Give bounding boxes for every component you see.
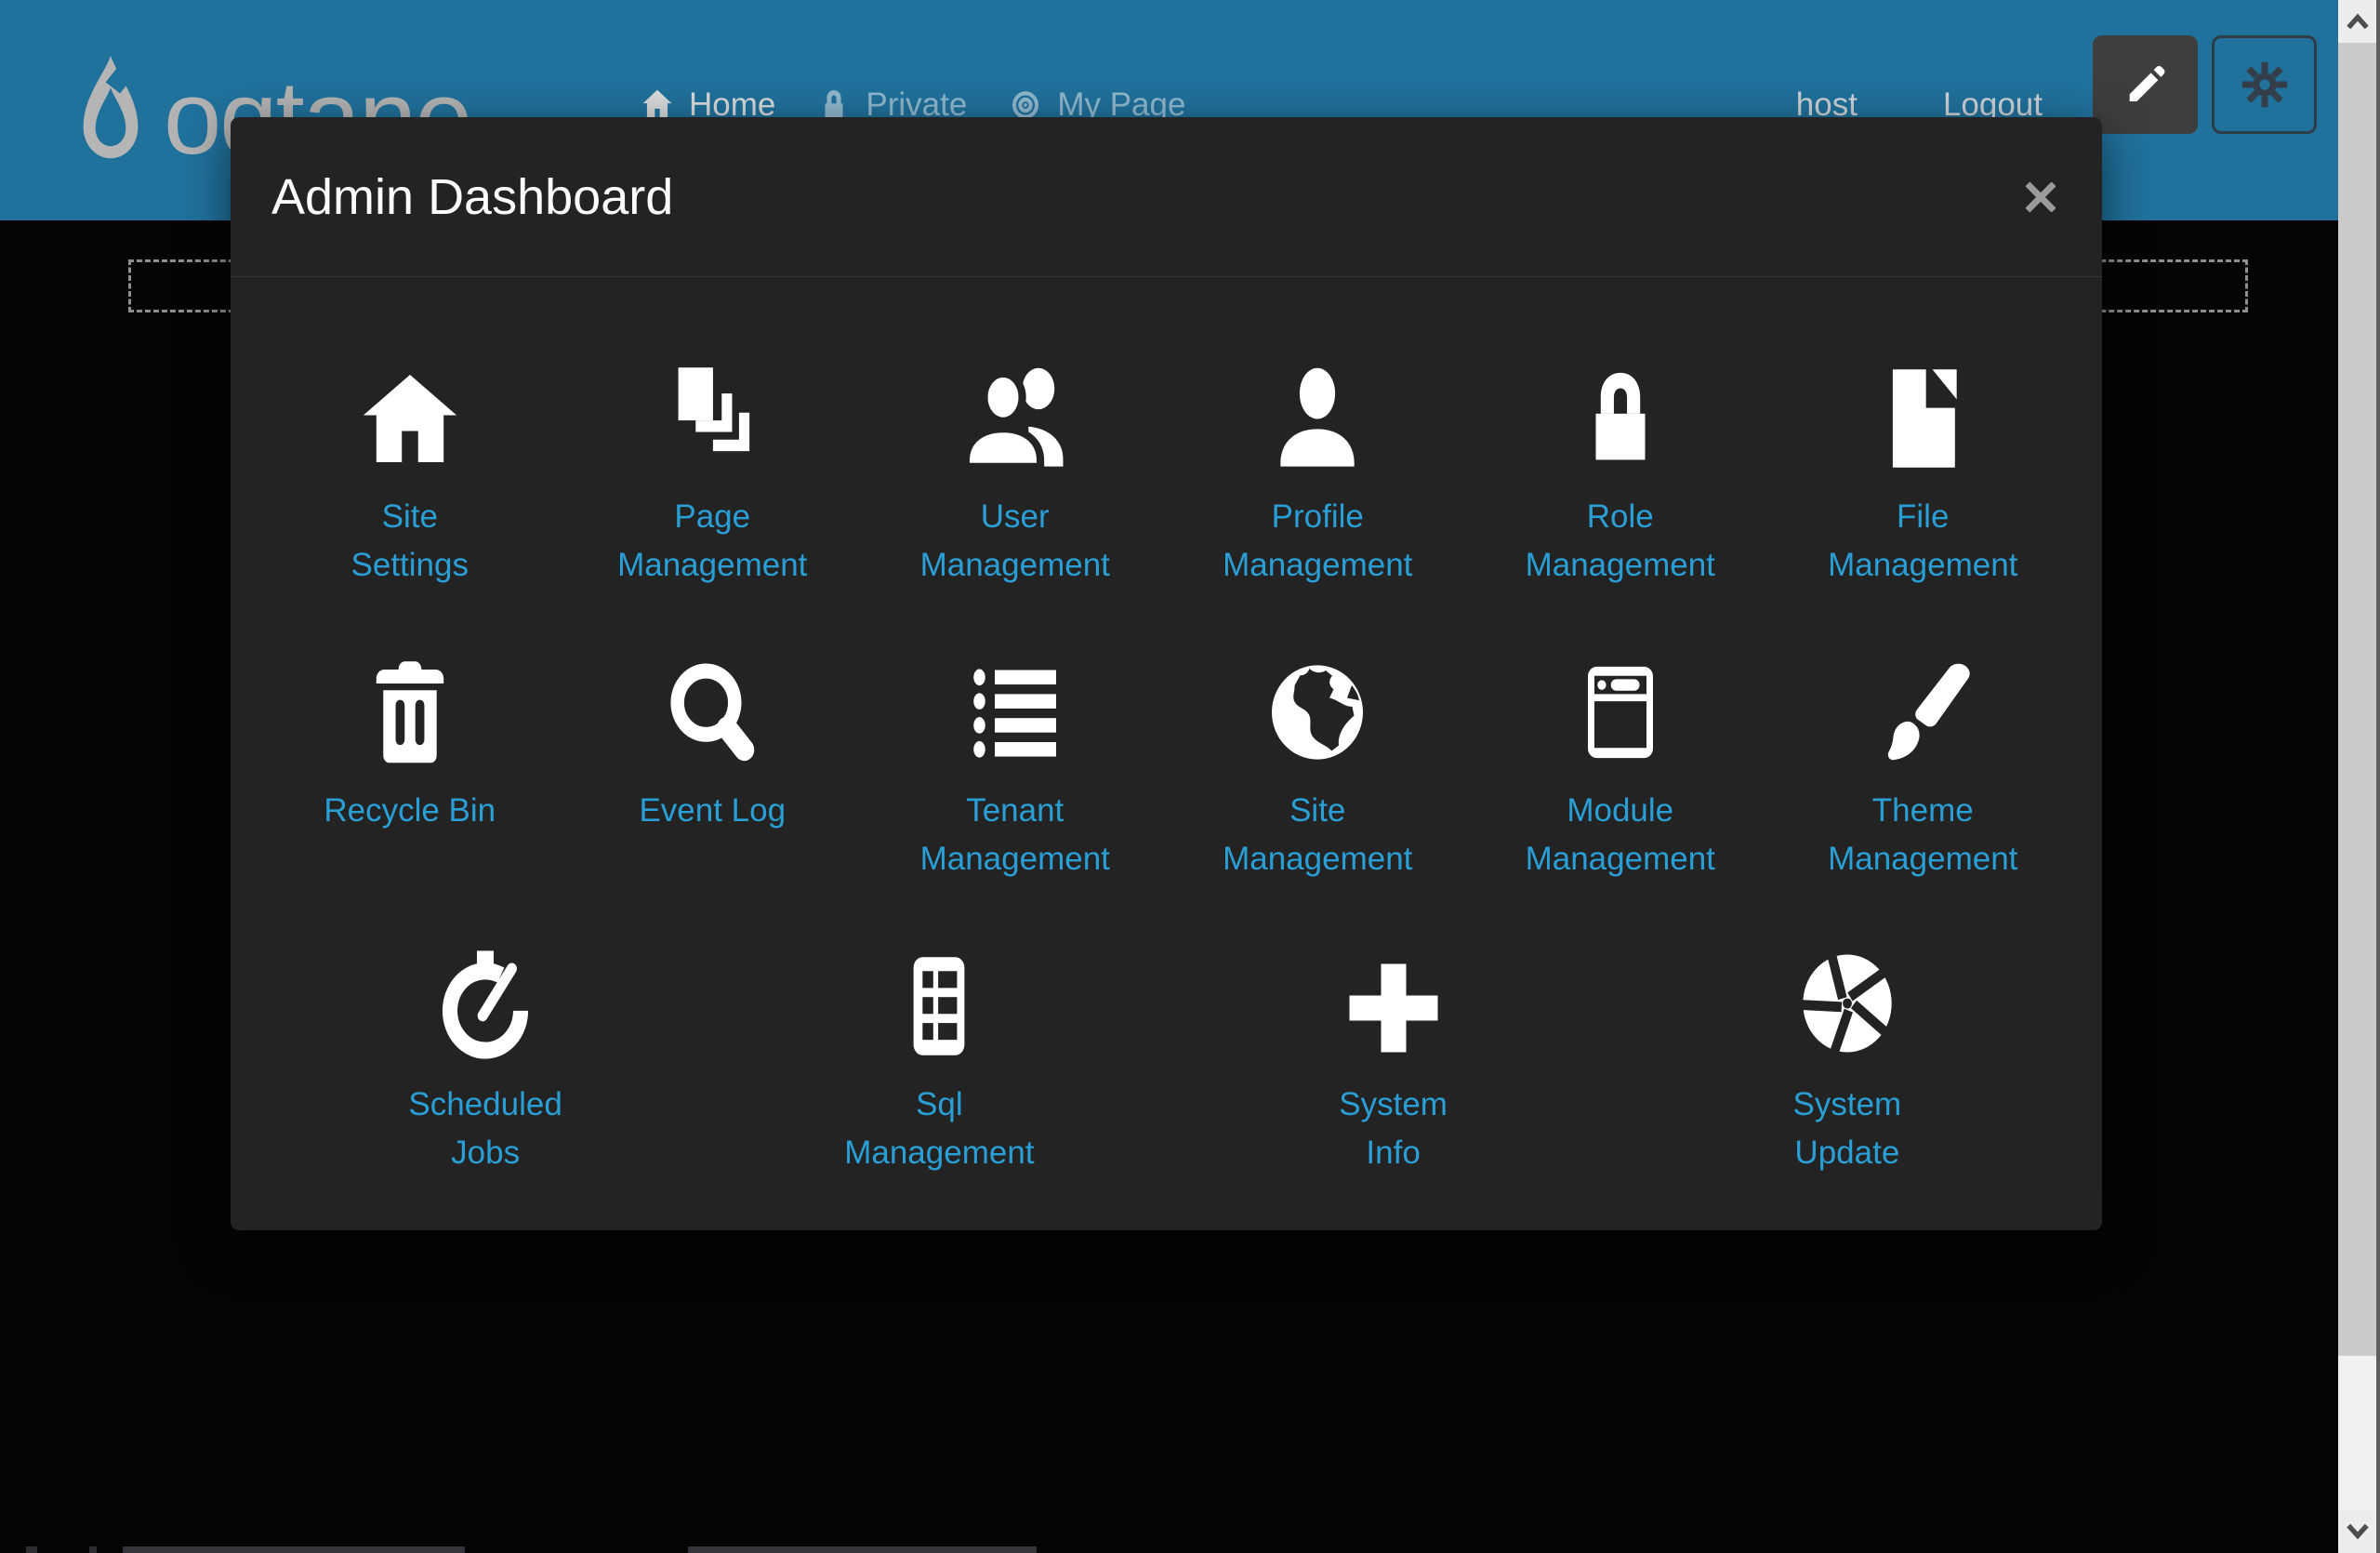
tile-icon-wrap xyxy=(1571,337,1670,476)
gear-icon xyxy=(2239,59,2291,111)
dashboard-tile-event-log[interactable]: Event Log xyxy=(562,630,865,924)
file-icon xyxy=(1871,361,1974,476)
dashboard-tile-theme-management[interactable]: Theme Management xyxy=(1772,630,2075,924)
chevron-down-icon xyxy=(2346,1523,2370,1540)
timer-icon xyxy=(432,945,538,1064)
browser-icon xyxy=(1568,655,1673,770)
lock-icon xyxy=(1571,361,1670,476)
tile-icon-wrap xyxy=(959,630,1071,770)
tile-label: Scheduled Jobs xyxy=(408,1081,562,1177)
chevron-up-icon xyxy=(2346,13,2370,30)
dashboard-tile-module-management[interactable]: Module Management xyxy=(1469,630,1772,924)
dashboard-tile-profile-management[interactable]: Profile Management xyxy=(1167,337,1470,630)
tile-label: Site Management xyxy=(1223,787,1412,883)
settings-button[interactable] xyxy=(2212,35,2317,134)
tile-label: Sql Management xyxy=(844,1081,1034,1177)
home-icon xyxy=(352,365,468,476)
dashboard-tile-system-info[interactable]: System Info xyxy=(1167,924,1620,1218)
tile-icon-wrap xyxy=(1568,630,1673,770)
spreadsheet-icon xyxy=(890,949,988,1064)
tile-label: System Update xyxy=(1793,1081,1902,1177)
tile-label: Module Management xyxy=(1526,787,1715,883)
scroll-up-button[interactable] xyxy=(2338,0,2376,43)
modal-body: Site Settings Page Management User Managem… xyxy=(231,277,2102,1218)
tile-icon-wrap xyxy=(432,924,538,1064)
tile-icon-wrap xyxy=(660,337,764,476)
list-icon xyxy=(959,655,1071,770)
dashboard-tile-tenant-management[interactable]: Tenant Management xyxy=(864,630,1167,924)
trash-icon xyxy=(361,655,459,770)
dashboard-tile-sql-management[interactable]: Sql Management xyxy=(712,924,1166,1218)
tile-label: Theme Management xyxy=(1828,787,2017,883)
cross-icon xyxy=(1338,952,1449,1064)
modal-title: Admin Dashboard xyxy=(271,168,673,226)
tile-label: Role Management xyxy=(1526,493,1715,590)
dashboard-tile-file-management[interactable]: File Management xyxy=(1772,337,2075,630)
tile-icon-wrap xyxy=(1338,924,1449,1064)
dashboard-row: Scheduled Jobs Sql Management System Info S… xyxy=(258,924,2074,1218)
brush-icon xyxy=(1868,655,1977,770)
dashboard-tile-recycle-bin[interactable]: Recycle Bin xyxy=(258,630,562,924)
edit-mode-button[interactable] xyxy=(2093,35,2198,134)
tile-label: User Management xyxy=(920,493,1110,590)
scrollbar-thumb[interactable] xyxy=(2338,43,2376,1356)
tile-icon-wrap xyxy=(1868,630,1977,770)
tile-icon-wrap xyxy=(361,630,459,770)
scroll-down-button[interactable] xyxy=(2338,1510,2376,1553)
clipped-status-bar xyxy=(0,1546,2338,1553)
dashboard-tile-role-management[interactable]: Role Management xyxy=(1469,337,1772,630)
tile-icon-wrap xyxy=(660,630,764,770)
tile-label: Site Settings xyxy=(351,493,469,590)
dashboard-tile-site-settings[interactable]: Site Settings xyxy=(258,337,562,630)
globe-icon xyxy=(1262,655,1373,770)
tile-icon-wrap xyxy=(1262,630,1373,770)
tile-label: Page Management xyxy=(617,493,807,590)
tile-label: File Management xyxy=(1828,493,2017,590)
pencil-icon xyxy=(2120,59,2172,111)
person-icon xyxy=(1265,361,1369,476)
dashboard-tile-scheduled-jobs[interactable]: Scheduled Jobs xyxy=(258,924,712,1218)
tile-label: Tenant Management xyxy=(920,787,1110,883)
layers-icon xyxy=(660,361,764,476)
tile-icon-wrap xyxy=(955,337,1076,476)
tile-label: System Info xyxy=(1339,1081,1448,1177)
aperture-icon xyxy=(1792,943,1902,1064)
magnifier-icon xyxy=(660,655,764,770)
dashboard-row: Recycle Bin Event Log Tenant Management Sit… xyxy=(258,630,2074,924)
tile-label: Recycle Bin xyxy=(324,787,496,835)
people-icon xyxy=(955,361,1076,476)
dashboard-tile-system-update[interactable]: System Update xyxy=(1620,924,2074,1218)
dashboard-tile-page-management[interactable]: Page Management xyxy=(562,337,865,630)
tile-icon-wrap xyxy=(352,337,468,476)
water-drop-icon xyxy=(65,52,156,184)
tile-icon-wrap xyxy=(890,924,988,1064)
tile-icon-wrap xyxy=(1265,337,1369,476)
modal-header: Admin Dashboard xyxy=(231,117,2102,277)
dashboard-tile-user-management[interactable]: User Management xyxy=(864,337,1167,630)
scrollbar[interactable] xyxy=(2338,0,2380,1553)
tile-icon-wrap xyxy=(1871,337,1974,476)
admin-dashboard-modal: Admin Dashboard Site Settings Page Manage… xyxy=(231,117,2102,1230)
tile-label: Event Log xyxy=(639,787,786,835)
tile-label: Profile Management xyxy=(1223,493,1412,590)
close-icon[interactable] xyxy=(2020,177,2061,218)
tile-icon-wrap xyxy=(1792,924,1902,1064)
dashboard-row: Site Settings Page Management User Managem… xyxy=(258,337,2074,630)
dashboard-tile-site-management[interactable]: Site Management xyxy=(1167,630,1470,924)
